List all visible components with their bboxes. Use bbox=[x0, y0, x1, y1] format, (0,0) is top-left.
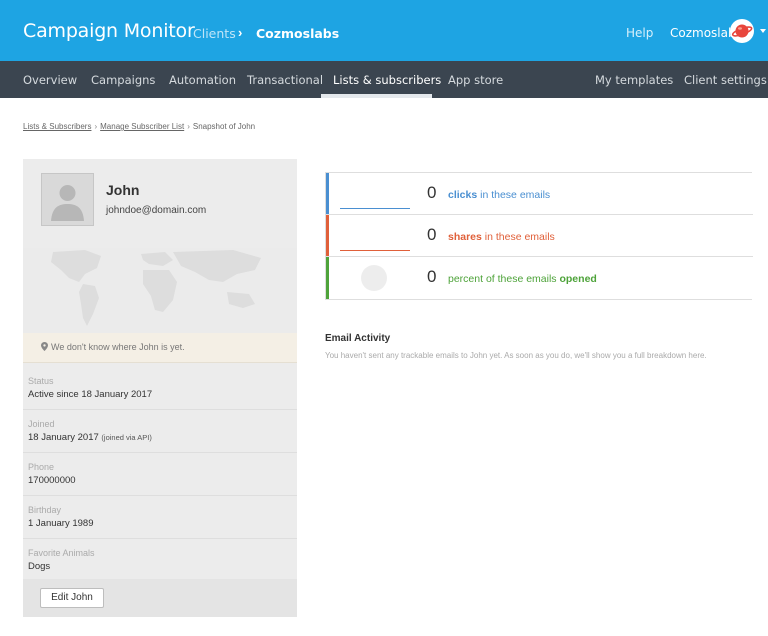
stat-sparkline bbox=[340, 250, 410, 251]
nav-transactional[interactable]: Transactional bbox=[247, 73, 323, 87]
top-header: Campaign Monitor Clients › Cozmoslabs He… bbox=[0, 0, 768, 61]
caret-down-icon[interactable] bbox=[760, 29, 766, 33]
world-map bbox=[23, 248, 297, 333]
location-message: We don't know where John is yet. bbox=[51, 342, 185, 352]
breadcrumb-manage-list[interactable]: Manage Subscriber List bbox=[100, 122, 184, 131]
stat-accent-bar bbox=[326, 215, 329, 256]
subscriber-email: johndoe@domain.com bbox=[106, 205, 207, 216]
field-birthday: Birthday 1 January 1989 bbox=[23, 496, 297, 539]
nav-client-settings[interactable]: Client settings bbox=[684, 73, 767, 87]
stat-accent-bar bbox=[326, 173, 329, 214]
stat-value: 0 bbox=[427, 183, 437, 202]
nav-campaigns[interactable]: Campaigns bbox=[91, 73, 155, 87]
nav-automation[interactable]: Automation bbox=[169, 73, 236, 87]
field-label: Joined bbox=[28, 419, 55, 429]
help-link[interactable]: Help bbox=[626, 26, 653, 40]
main-nav: Overview Campaigns Automation Transactio… bbox=[0, 61, 768, 98]
current-client-link[interactable]: Cozmoslabs bbox=[256, 26, 339, 41]
breadcrumb-current: Snapshot of John bbox=[192, 122, 256, 131]
planet-avatar-icon[interactable] bbox=[730, 19, 754, 43]
breadcrumb-separator: › bbox=[187, 122, 190, 131]
field-value: 18 January 2017 bbox=[28, 432, 99, 443]
field-note: (joined via API) bbox=[101, 433, 152, 442]
stat-sparkline bbox=[340, 208, 410, 209]
active-tab-indicator bbox=[321, 94, 432, 98]
opened-pie-chart bbox=[361, 265, 387, 291]
field-value-row: 18 January 2017 (joined via API) bbox=[28, 431, 297, 445]
field-label: Birthday bbox=[28, 505, 62, 515]
stat-description: shares in these emails bbox=[448, 231, 555, 243]
stat-description: percent of these emails opened bbox=[448, 273, 597, 285]
field-value: Dogs bbox=[28, 561, 51, 572]
nav-lists-subscribers[interactable]: Lists & subscribers bbox=[333, 73, 441, 87]
field-status: Status Active since 18 January 2017 bbox=[23, 367, 297, 410]
header-separator: › bbox=[238, 25, 243, 40]
stat-clicks: 0 clicks in these emails bbox=[326, 173, 753, 215]
breadcrumb-lists-subscribers[interactable]: Lists & Subscribers bbox=[23, 122, 91, 131]
subscriber-panel: John johndoe@domain.com We don't know wh… bbox=[23, 159, 297, 617]
stat-keyword: shares bbox=[448, 231, 482, 243]
subscriber-fields: Status Active since 18 January 2017 Join… bbox=[23, 367, 297, 582]
field-joined: Joined 18 January 2017 (joined via API) bbox=[23, 410, 297, 453]
location-message-row: We don't know where John is yet. bbox=[41, 342, 185, 352]
field-value: 1 January 1989 bbox=[28, 518, 94, 529]
email-activity-message: You haven't sent any trackable emails to… bbox=[325, 351, 707, 360]
stat-value: 0 bbox=[427, 225, 437, 244]
field-label: Status bbox=[28, 376, 54, 386]
subscriber-name: John bbox=[106, 182, 140, 198]
stat-value: 0 bbox=[427, 267, 437, 286]
stat-keyword: opened bbox=[559, 273, 597, 285]
stat-prefix: percent of these emails bbox=[448, 273, 560, 285]
field-favorite-animals: Favorite Animals Dogs bbox=[23, 539, 297, 582]
field-label: Phone bbox=[28, 462, 55, 472]
stat-rest: in these emails bbox=[477, 189, 551, 201]
breadcrumb: Lists & Subscribers › Manage Subscriber Li… bbox=[23, 122, 255, 131]
map-pin-icon bbox=[41, 342, 48, 351]
field-phone: Phone 170000000 bbox=[23, 453, 297, 496]
clients-link[interactable]: Clients bbox=[193, 26, 236, 41]
brand-logo[interactable]: Campaign Monitor bbox=[23, 20, 195, 42]
stat-rest: in these emails bbox=[481, 231, 555, 243]
profile-card: John johndoe@domain.com bbox=[23, 159, 297, 243]
email-stats: 0 clicks in these emails 0 shares in the… bbox=[325, 172, 753, 300]
nav-overview[interactable]: Overview bbox=[23, 73, 77, 87]
field-value: Active since 18 January 2017 bbox=[28, 389, 153, 400]
stat-opened: 0 percent of these emails opened bbox=[326, 257, 753, 299]
stat-shares: 0 shares in these emails bbox=[326, 215, 753, 257]
user-silhouette-icon bbox=[41, 173, 94, 226]
stat-accent-bar bbox=[326, 257, 329, 299]
edit-bar: Edit John bbox=[23, 579, 297, 617]
field-label: Favorite Animals bbox=[28, 548, 95, 558]
email-activity-title: Email Activity bbox=[325, 333, 391, 344]
nav-app-store[interactable]: App store bbox=[448, 73, 503, 87]
stat-description: clicks in these emails bbox=[448, 189, 550, 201]
nav-my-templates[interactable]: My templates bbox=[595, 73, 673, 87]
field-value: 170000000 bbox=[28, 475, 76, 486]
stat-keyword: clicks bbox=[448, 189, 478, 201]
breadcrumb-separator: › bbox=[94, 122, 98, 131]
edit-subscriber-button[interactable]: Edit John bbox=[40, 588, 104, 608]
